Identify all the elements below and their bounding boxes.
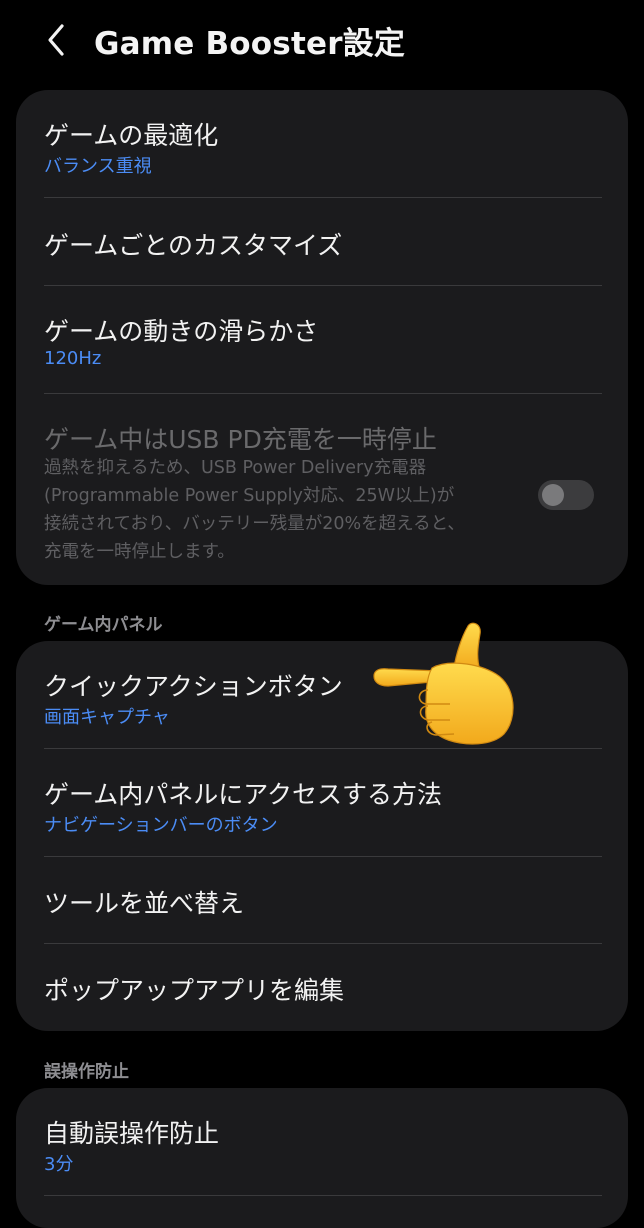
row-value: 3分: [44, 1154, 74, 1175]
row-title: ポップアップアプリを編集: [44, 976, 345, 1005]
section-header-prevent-misoperation: 誤操作防止: [44, 1062, 129, 1082]
row-title: ツールを並べ替え: [44, 889, 245, 918]
description-line: 接続されており、バッテリー残量が20%を超えると、: [44, 514, 465, 534]
description-line: 充電を一時停止します。: [44, 542, 235, 562]
settings-card-game: ゲームの最適化 バランス重視 ゲームごとのカスタマイズ ゲームの動きの滑らかさ …: [16, 90, 628, 585]
pointing-hand-icon: [366, 618, 526, 750]
row-pause-usb-pd: ゲーム中はUSB PD充電を一時停止 過熱を抑えるため、USB Power De…: [16, 394, 628, 585]
row-quick-action-button[interactable]: クイックアクションボタン 画面キャプチャ: [16, 641, 628, 749]
description-line: 過熱を抑えるため、USB Power Delivery充電器: [44, 458, 427, 478]
settings-card-prevent-misoperation: 自動誤操作防止 3分: [16, 1088, 628, 1228]
toggle-knob: [542, 484, 564, 506]
row-value: ナビゲーションバーのボタン: [44, 815, 278, 836]
row-title: ゲームの動きの滑らかさ: [44, 317, 319, 346]
page-title: Game Booster設定: [94, 26, 406, 62]
row-edit-popup-apps[interactable]: ポップアップアプリを編集: [16, 944, 628, 1031]
row-title: ゲームの最適化: [44, 121, 219, 150]
row-game-optimization[interactable]: ゲームの最適化 バランス重視: [16, 90, 628, 198]
row-title: ゲーム中はUSB PD充電を一時停止: [44, 425, 437, 454]
row-per-game-customize[interactable]: ゲームごとのカスタマイズ: [16, 198, 628, 286]
usb-pd-pause-toggle[interactable]: [538, 480, 594, 510]
row-value: バランス重視: [44, 156, 152, 177]
row-reorder-tools[interactable]: ツールを並べ替え: [16, 857, 628, 944]
row-value: 画面キャプチャ: [44, 707, 170, 728]
section-header-in-game-panel: ゲーム内パネル: [44, 615, 163, 635]
row-game-motion-smoothness[interactable]: ゲームの動きの滑らかさ 120Hz: [16, 286, 628, 394]
top-app-bar: Game Booster設定: [0, 0, 644, 84]
description-line: (Programmable Power Supply対応、25W以上)が: [44, 486, 455, 506]
row-title: ゲーム内パネルにアクセスする方法: [44, 780, 443, 809]
row-value: 120Hz: [44, 348, 102, 369]
row-title: クイックアクションボタン: [44, 672, 343, 701]
row-description: 過熱を抑えるため、USB Power Delivery充電器 (Programm…: [44, 454, 514, 566]
row-title: ゲームごとのカスタマイズ: [44, 231, 343, 260]
settings-card-in-game-panel: クイックアクションボタン 画面キャプチャ ゲーム内パネルにアクセスする方法 ナビ…: [16, 641, 628, 1031]
divider: [44, 1195, 602, 1196]
row-auto-prevent-misoperation[interactable]: 自動誤操作防止 3分: [16, 1088, 628, 1196]
row-title: 自動誤操作防止: [44, 1119, 220, 1148]
chevron-left-icon: [48, 24, 64, 56]
row-access-method[interactable]: ゲーム内パネルにアクセスする方法 ナビゲーションバーのボタン: [16, 749, 628, 857]
back-button[interactable]: [36, 20, 76, 60]
